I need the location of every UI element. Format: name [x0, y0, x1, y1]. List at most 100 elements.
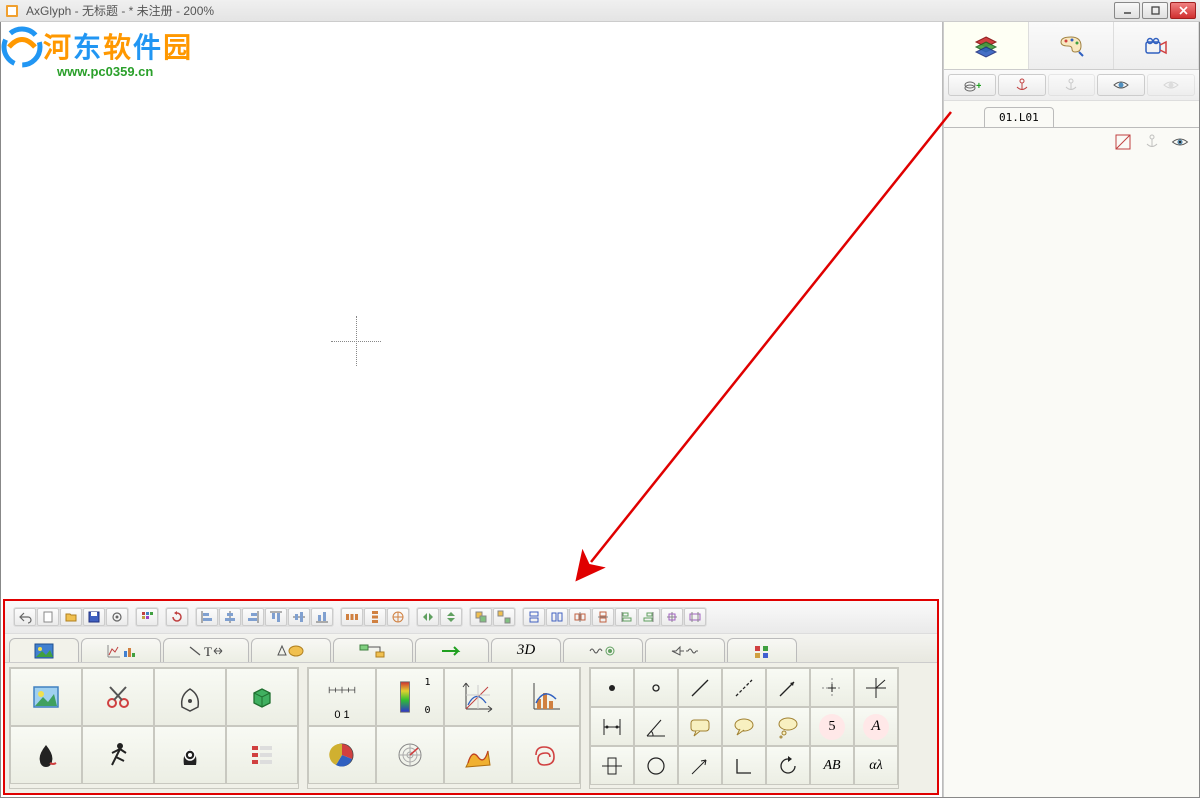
corner-tool[interactable] [722, 746, 766, 785]
line-tool[interactable] [678, 668, 722, 707]
watermark-url: www.pc0359.cn [57, 64, 193, 79]
layer-tab-01[interactable]: 01.L01 [984, 107, 1054, 127]
label-ab-tool[interactable]: AB [810, 746, 854, 785]
pen-tool[interactable] [154, 668, 226, 726]
tab-arrow[interactable] [415, 638, 489, 662]
minimize-button[interactable] [1114, 2, 1140, 19]
same-center-h-button[interactable] [569, 608, 591, 626]
tab-flow[interactable] [333, 638, 413, 662]
svg-text:T: T [204, 644, 212, 659]
anchor-down-button[interactable] [1048, 74, 1096, 96]
same-right-button[interactable] [638, 608, 660, 626]
same-height-button[interactable] [546, 608, 568, 626]
palette-block-2: 0 1 10 [307, 667, 581, 789]
right-panel-tabs [944, 22, 1199, 70]
tab-chart[interactable] [81, 638, 161, 662]
same-left-button[interactable] [615, 608, 637, 626]
gear-head-tool[interactable] [154, 726, 226, 784]
same-width-button[interactable] [523, 608, 545, 626]
tab-image[interactable] [9, 638, 79, 662]
same-center-v-button[interactable] [592, 608, 614, 626]
tab-text[interactable]: T [163, 638, 249, 662]
axes-tool[interactable] [444, 668, 512, 726]
group-button[interactable] [470, 608, 492, 626]
new-button[interactable] [37, 608, 59, 626]
right-panel: + 01.L01 [943, 22, 1199, 797]
scissors-tool[interactable] [82, 668, 154, 726]
tab-misc[interactable] [727, 638, 797, 662]
layers-tab[interactable] [944, 22, 1029, 69]
close-button[interactable] [1170, 2, 1196, 19]
align-top-button[interactable] [265, 608, 287, 626]
layer-list: 01.L01 [944, 101, 1199, 156]
layer-row[interactable] [944, 127, 1199, 156]
same-stretch-button[interactable] [684, 608, 706, 626]
palette-block-1 [9, 667, 299, 789]
speech-2-tool[interactable] [722, 707, 766, 746]
camera-tab[interactable] [1114, 22, 1199, 69]
pie-tool[interactable] [308, 726, 376, 784]
distribute-h-button[interactable] [341, 608, 363, 626]
anchor-button[interactable] [998, 74, 1046, 96]
visible-dim-button[interactable] [1147, 74, 1195, 96]
gradient-tool[interactable]: 10 [376, 668, 444, 726]
circle-tool[interactable] [634, 746, 678, 785]
tab-spring[interactable] [563, 638, 643, 662]
add-layer-button[interactable]: + [948, 74, 996, 96]
align-center-h-button[interactable] [219, 608, 241, 626]
rotate-tool[interactable] [766, 746, 810, 785]
ink-tool[interactable] [10, 726, 82, 784]
align-center-v-button[interactable] [288, 608, 310, 626]
label-alpha-tool[interactable]: αλ [854, 746, 898, 785]
dot-empty-tool[interactable] [634, 668, 678, 707]
grid-button[interactable] [136, 608, 158, 626]
replay-button[interactable] [166, 608, 188, 626]
canvas[interactable]: 河东软件园 www.pc0359.cn [1, 22, 943, 797]
dimension-tool[interactable] [590, 707, 634, 746]
speech-3-tool[interactable] [766, 707, 810, 746]
anchor-icon [1143, 134, 1161, 150]
tab-3d[interactable]: 3D [491, 638, 561, 662]
save-button[interactable] [83, 608, 105, 626]
spiral-tool[interactable] [512, 726, 580, 784]
image-tool[interactable] [10, 668, 82, 726]
flip-v-button[interactable] [440, 608, 462, 626]
num-5-tool[interactable]: 5 [810, 707, 854, 746]
ruler-tool[interactable]: 0 1 [308, 668, 376, 726]
open-button[interactable] [60, 608, 82, 626]
align-left-button[interactable] [196, 608, 218, 626]
dot-filled-tool[interactable] [590, 668, 634, 707]
tab-circuit[interactable] [645, 638, 725, 662]
visible-button[interactable] [1097, 74, 1145, 96]
flip-h-button[interactable] [417, 608, 439, 626]
same-center-button[interactable] [661, 608, 683, 626]
distribute-center-button[interactable] [387, 608, 409, 626]
palette-tab[interactable] [1029, 22, 1114, 69]
cross-square-tool[interactable] [590, 746, 634, 785]
crosshair-tool[interactable] [810, 668, 854, 707]
svg-text:+: + [976, 81, 981, 92]
cube-tool[interactable] [226, 668, 298, 726]
tab-shapes[interactable] [251, 638, 331, 662]
list-tool[interactable] [226, 726, 298, 784]
speech-1-tool[interactable] [678, 707, 722, 746]
angle-measure-tool[interactable] [634, 707, 678, 746]
undo-button[interactable] [14, 608, 36, 626]
ungroup-button[interactable] [493, 608, 515, 626]
stats-tool[interactable] [512, 668, 580, 726]
radar-tool[interactable] [376, 726, 444, 784]
italic-a-tool[interactable]: A [854, 707, 898, 746]
distribute-v-button[interactable] [364, 608, 386, 626]
run-tool[interactable] [82, 726, 154, 784]
settings-button[interactable] [106, 608, 128, 626]
watermark: 河东软件园 www.pc0359.cn [5, 26, 193, 79]
maximize-button[interactable] [1142, 2, 1168, 19]
surface-tool[interactable] [444, 726, 512, 784]
angle-tool[interactable] [854, 668, 898, 707]
align-right-button[interactable] [242, 608, 264, 626]
eye-icon[interactable] [1171, 134, 1189, 150]
dashed-line-tool[interactable] [722, 668, 766, 707]
arrow-diag-tool[interactable] [678, 746, 722, 785]
align-bottom-button[interactable] [311, 608, 333, 626]
arrow-line-tool[interactable] [766, 668, 810, 707]
